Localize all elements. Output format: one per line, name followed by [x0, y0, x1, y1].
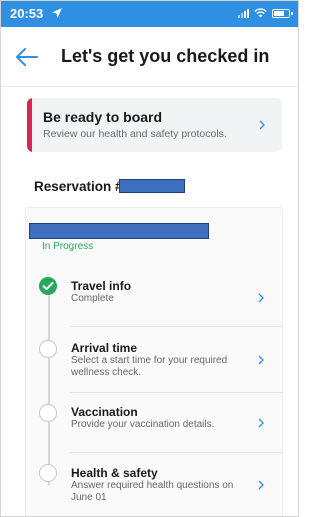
step-desc: Answer required health questions on June… — [71, 480, 234, 503]
status-bar: 20:53 — [1, 1, 298, 27]
card-accent-bar — [27, 98, 32, 152]
signal-icon — [238, 8, 249, 18]
empty-circle-icon — [39, 464, 57, 482]
location-arrow-icon — [52, 8, 62, 18]
step-arrival-time[interactable]: Arrival time Select a start time for you… — [25, 327, 283, 393]
chevron-right-icon — [258, 293, 264, 303]
chevron-right-icon — [258, 480, 264, 490]
step-desc: Provide your vaccination details. — [71, 419, 215, 430]
page-title: Let's get you checked in — [61, 46, 270, 66]
be-ready-to-board-card[interactable]: Be ready to board Review our health and … — [27, 98, 282, 152]
app-screen: 20:53 Let's get you checked in Be ready … — [0, 0, 299, 517]
step-health-and-safety[interactable]: Health & safety Answer required health q… — [25, 453, 283, 516]
step-desc: Select a start time for your required we… — [71, 355, 228, 378]
chevron-right-icon — [259, 120, 265, 130]
empty-circle-icon — [39, 404, 57, 422]
chevron-right-icon — [258, 355, 264, 365]
page-header: Let's get you checked in — [1, 27, 298, 87]
status-icons — [238, 8, 293, 18]
step-vaccination[interactable]: Vaccination Provide your vaccination det… — [25, 393, 283, 453]
step-title: Travel info — [71, 279, 132, 293]
step-title: Vaccination — [71, 405, 138, 419]
empty-circle-icon — [39, 340, 57, 358]
step-title: Health & safety — [71, 466, 158, 480]
battery-icon — [272, 8, 293, 18]
step-title: Arrival time — [71, 341, 138, 355]
step-desc: Complete — [71, 293, 114, 304]
redacted-reservation-number — [119, 179, 185, 193]
wifi-icon — [254, 8, 267, 18]
step-travel-info[interactable]: Travel info Complete — [25, 265, 283, 327]
redacted-booking-name — [29, 223, 209, 239]
reservation-label: Reservation # — [34, 179, 123, 194]
status-time: 20:53 — [10, 6, 44, 21]
back-arrow-icon[interactable] — [15, 47, 39, 67]
booking-status: In Progress — [42, 241, 94, 252]
board-card-subtitle: Review our health and safety protocols. — [43, 128, 227, 140]
chevron-right-icon — [258, 418, 264, 428]
board-card-title: Be ready to board — [43, 109, 163, 125]
check-circle-icon — [39, 277, 57, 295]
